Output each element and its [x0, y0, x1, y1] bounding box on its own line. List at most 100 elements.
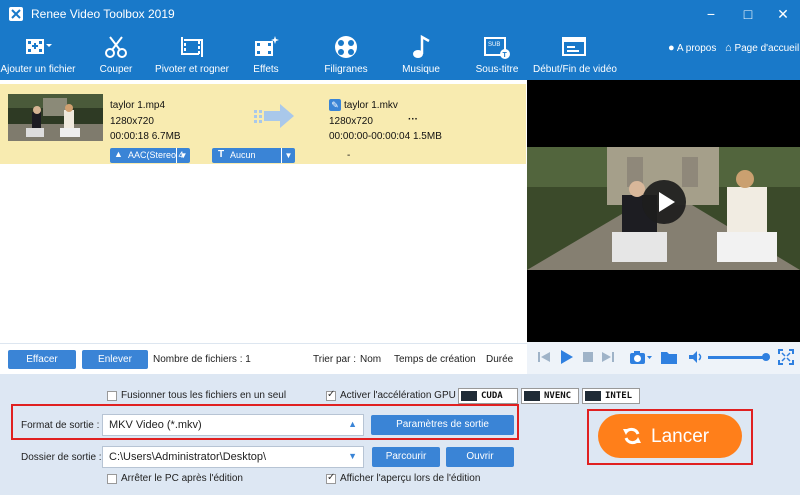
output-format-label: Format de sortie : — [21, 420, 100, 431]
edit-name-icon[interactable]: ✎ — [329, 99, 341, 111]
sort-by-duration[interactable]: Durée — [486, 354, 513, 365]
chevron-down-icon: ▼ — [176, 148, 190, 163]
previous-icon[interactable] — [535, 348, 553, 366]
main-toolbar: Ajouter un fichier Couper Pivoter et rog… — [0, 28, 800, 80]
folder-icon[interactable] — [660, 348, 678, 366]
output-resolution: 1280x720 — [329, 116, 373, 127]
merge-files-checkbox[interactable] — [107, 391, 117, 401]
camera-icon[interactable] — [629, 348, 653, 366]
output-format-select[interactable]: MKV Video (*.mkv) ▲ — [102, 414, 364, 436]
about-label: A propos — [676, 43, 717, 54]
volume-slider[interactable] — [708, 353, 770, 361]
cuda-badge: CUDA — [458, 388, 518, 404]
subtitle-track-value: Aucun — [230, 150, 256, 160]
sort-label: Trier par : — [313, 354, 356, 365]
video-preview[interactable] — [527, 80, 800, 342]
shutdown-label: Arrêter le PC après l'édition — [121, 473, 243, 484]
clear-button[interactable]: Effacer — [8, 350, 76, 369]
output-settings-button[interactable]: Paramètres de sortie — [371, 415, 514, 435]
fullscreen-icon[interactable] — [777, 348, 795, 366]
output-duration-size: 00:00:00-00:00:04 1.5MB — [329, 131, 442, 142]
sort-by-creation-time[interactable]: Temps de création — [394, 354, 476, 365]
refresh-icon — [623, 427, 641, 445]
merge-files-label: Fusionner tous les fichiers en un seul — [121, 390, 287, 401]
shutdown-checkbox[interactable] — [107, 474, 117, 484]
window-title: Renee Video Toolbox 2019 — [31, 7, 175, 21]
volume-icon[interactable] — [687, 348, 705, 366]
effects-label: Effets — [253, 64, 279, 75]
volume-handle[interactable] — [761, 353, 770, 361]
gpu-acceleration-label: Activer l'accélération GPU — [340, 390, 456, 401]
minimize-button[interactable]: − — [700, 3, 722, 25]
intel-badge: INTEL — [582, 388, 640, 404]
watermark-label: Filigranes — [324, 64, 368, 75]
dash-placeholder: - — [347, 150, 351, 161]
file-list-bar: Effacer Enlever Nombre de fichiers : 1 T… — [0, 343, 527, 373]
play-icon[interactable] — [557, 348, 575, 366]
intel-label: INTEL — [605, 391, 633, 401]
chevron-down-icon: ▼ — [348, 451, 357, 461]
source-resolution: 1280x720 — [110, 116, 154, 127]
rotate-crop-button[interactable]: Pivoter et rogner — [155, 30, 229, 78]
volume-level — [708, 356, 766, 359]
home-icon: ⌂ — [725, 42, 732, 54]
cuda-label: CUDA — [481, 391, 503, 401]
chevron-down-icon: ▼ — [281, 148, 295, 163]
music-icon — [413, 34, 430, 58]
about-link[interactable]: ● A propos — [668, 42, 716, 54]
effects-icon — [255, 36, 279, 56]
music-button[interactable]: Musique — [401, 30, 441, 78]
app-logo-icon — [9, 7, 23, 21]
output-format-value: MKV Video (*.mkv) — [109, 419, 202, 431]
text-icon: T — [218, 149, 225, 160]
remove-button[interactable]: Enlever — [82, 350, 148, 369]
watermark-icon — [335, 36, 357, 58]
source-file-name: taylor 1.mp4 — [110, 100, 166, 111]
close-button[interactable]: ✕ — [772, 3, 794, 25]
show-preview-label: Afficher l'aperçu lors de l'édition — [340, 473, 481, 484]
subtitle-track-select[interactable]: T Aucun ▼ — [212, 148, 295, 163]
video-thumbnail — [8, 94, 103, 141]
audio-track-select[interactable]: ▲ AAC(Stereo 4 ▼ — [110, 148, 190, 163]
browse-button[interactable]: Parcourir — [372, 447, 440, 467]
maximize-button[interactable]: □ — [737, 3, 759, 25]
subtitle-label: Sous-titre — [475, 64, 519, 75]
convert-arrow-icon — [254, 104, 294, 128]
sort-by-name[interactable]: Nom — [360, 354, 381, 365]
play-overlay-icon[interactable] — [642, 180, 686, 224]
rotate-crop-label: Pivoter et rogner — [155, 64, 229, 75]
file-row[interactable]: taylor 1.mp4 1280x720 00:00:18 6.7MB ✎ t… — [0, 84, 526, 164]
intro-outro-icon — [562, 37, 586, 56]
launch-button[interactable]: Lancer — [598, 414, 742, 458]
file-list: taylor 1.mp4 1280x720 00:00:18 6.7MB ✎ t… — [0, 80, 527, 343]
watermark-button[interactable]: Filigranes — [324, 30, 368, 78]
cut-label: Couper — [99, 64, 133, 75]
gpu-acceleration-checkbox[interactable] — [326, 389, 336, 401]
nvenc-badge: NVENC — [521, 388, 579, 404]
nvidia-icon — [524, 391, 540, 401]
intel-icon — [585, 391, 601, 401]
file-count-label: Nombre de fichiers : 1 — [153, 354, 251, 365]
svg-text:T: T — [503, 52, 508, 59]
add-file-label: Ajouter un fichier — [0, 64, 76, 75]
intro-outro-label: Début/Fin de vidéo — [533, 64, 617, 75]
effects-button[interactable]: Effets — [250, 30, 282, 78]
subtitle-button[interactable]: SUB T Sous-titre — [474, 30, 520, 78]
nvidia-icon — [461, 391, 477, 401]
stop-icon[interactable] — [579, 348, 597, 366]
cut-button[interactable]: Couper — [96, 30, 136, 78]
nvenc-label: NVENC — [544, 391, 572, 401]
show-preview-checkbox[interactable] — [326, 472, 336, 484]
add-file-button[interactable]: Ajouter un fichier — [0, 30, 76, 78]
more-options-icon[interactable]: ··· — [408, 114, 418, 125]
next-icon[interactable] — [599, 348, 617, 366]
scissors-icon — [105, 36, 127, 58]
home-link[interactable]: ⌂ Page d'accueil — [725, 42, 799, 54]
crop-rotate-icon — [181, 37, 203, 57]
output-folder-field[interactable]: C:\Users\Administrator\Desktop\ ▼ — [102, 446, 364, 468]
intro-outro-button[interactable]: Début/Fin de vidéo — [533, 30, 617, 78]
music-label: Musique — [402, 64, 440, 75]
subtitle-icon: SUB T — [484, 37, 510, 59]
open-folder-button[interactable]: Ouvrir — [446, 447, 514, 467]
output-file-name: taylor 1.mkv — [344, 100, 398, 111]
